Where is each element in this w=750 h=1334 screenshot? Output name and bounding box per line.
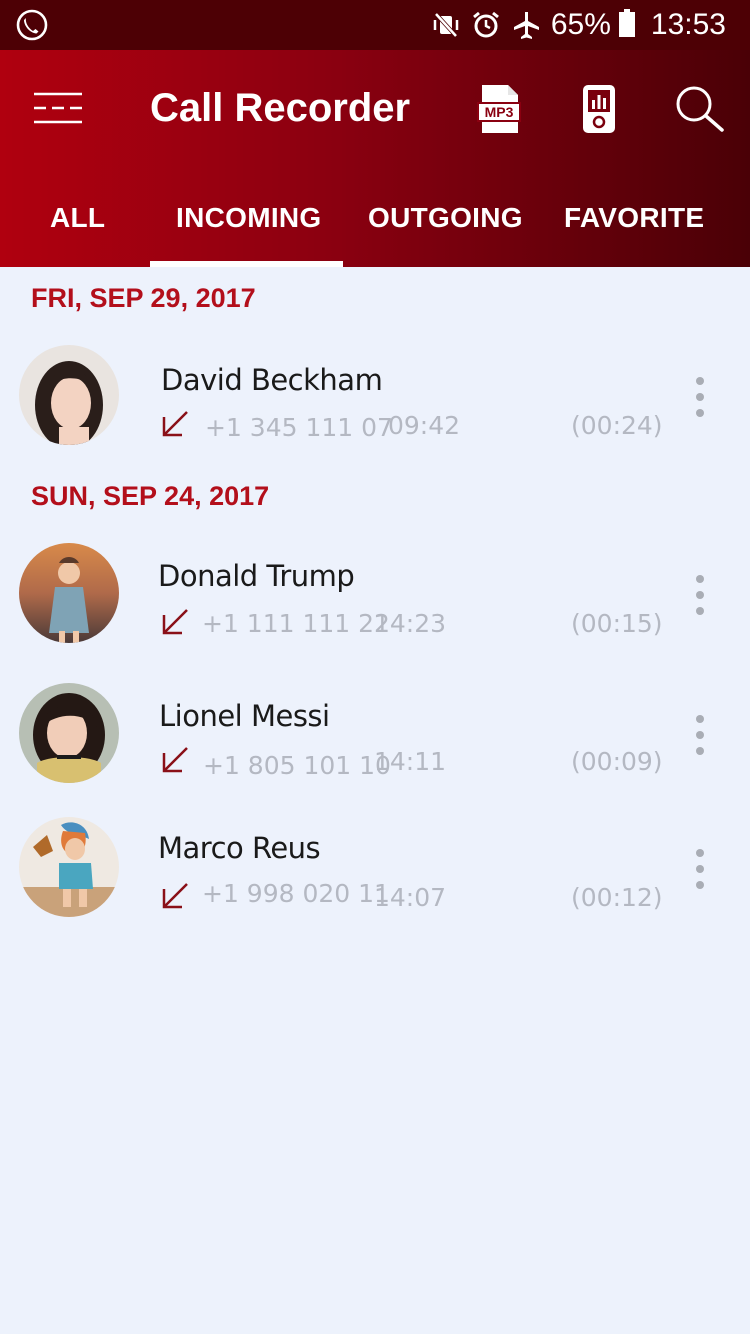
tab-favorite[interactable]: FAVORITE bbox=[564, 202, 704, 234]
tab-outgoing[interactable]: OUTGOING bbox=[368, 202, 523, 234]
app-title: Call Recorder bbox=[150, 86, 411, 130]
active-tab-indicator bbox=[150, 261, 343, 267]
call-duration: (00:24) bbox=[571, 411, 663, 440]
contact-name: Donald Trump bbox=[158, 559, 355, 593]
contact-name: Marco Reus bbox=[158, 831, 321, 865]
more-options-button[interactable] bbox=[688, 715, 712, 755]
call-time: 14:23 bbox=[374, 609, 447, 638]
call-duration: (00:15) bbox=[571, 609, 663, 638]
app-bar: Call Recorder MP3 ALL INCOMING OUTGOING … bbox=[0, 50, 750, 267]
more-options-button[interactable] bbox=[688, 849, 712, 889]
incoming-arrow-icon bbox=[162, 411, 188, 437]
phone-number: +1 345 111 07 bbox=[205, 413, 393, 442]
avatar bbox=[19, 817, 119, 917]
battery-icon bbox=[618, 8, 635, 42]
contact-name: David Beckham bbox=[161, 363, 383, 397]
more-vert-icon bbox=[696, 575, 704, 583]
call-time: 09:42 bbox=[388, 411, 461, 440]
call-duration: (00:09) bbox=[571, 747, 663, 776]
phone-number: +1 998 020 11 bbox=[202, 879, 390, 908]
battery-percent: 65% bbox=[550, 8, 611, 41]
phone-number: +1 111 111 22 bbox=[202, 609, 390, 638]
airplane-mode-icon bbox=[511, 10, 541, 40]
tab-incoming[interactable]: INCOMING bbox=[176, 202, 322, 234]
incoming-arrow-icon bbox=[162, 609, 188, 635]
vibrate-mute-icon bbox=[431, 10, 461, 40]
more-vert-icon bbox=[696, 715, 704, 723]
hamburger-menu-icon bbox=[34, 92, 82, 124]
status-bar: 65% 13:53 bbox=[0, 0, 750, 50]
call-row[interactable]: Marco Reus +1 998 020 11 14:07 (00:12) bbox=[0, 807, 750, 927]
date-header: SUN, SEP 24, 2017 bbox=[31, 481, 270, 511]
phone-call-icon bbox=[16, 9, 48, 46]
call-row[interactable]: David Beckham +1 345 111 07 09:42 (00:24… bbox=[0, 335, 750, 455]
mp3-label: MP3 bbox=[485, 104, 514, 120]
music-player-icon bbox=[583, 85, 615, 133]
phone-number: +1 805 101 10 bbox=[203, 751, 391, 780]
call-row[interactable]: Donald Trump +1 111 111 22 14:23 (00:15) bbox=[0, 533, 750, 653]
search-icon bbox=[676, 86, 724, 132]
mp3-file-icon: MP3 bbox=[477, 85, 521, 133]
more-options-button[interactable] bbox=[688, 575, 712, 615]
alarm-icon bbox=[471, 10, 501, 40]
incoming-arrow-icon bbox=[162, 883, 188, 909]
contact-name: Lionel Messi bbox=[159, 699, 330, 733]
player-button[interactable] bbox=[572, 82, 626, 136]
more-vert-icon bbox=[696, 849, 704, 857]
search-button[interactable] bbox=[672, 82, 726, 136]
call-row[interactable]: Lionel Messi +1 805 101 10 14:11 (00:09) bbox=[0, 673, 750, 793]
tab-all[interactable]: ALL bbox=[50, 202, 105, 234]
avatar bbox=[19, 543, 119, 643]
date-header: FRI, SEP 29, 2017 bbox=[31, 283, 256, 313]
call-duration: (00:12) bbox=[571, 883, 663, 912]
more-vert-icon bbox=[696, 377, 704, 385]
call-time: 14:11 bbox=[374, 747, 447, 776]
avatar bbox=[19, 345, 119, 445]
clock: 13:53 bbox=[650, 8, 726, 41]
mp3-button[interactable]: MP3 bbox=[472, 82, 526, 136]
avatar bbox=[19, 683, 119, 783]
tab-bar: ALL INCOMING OUTGOING FAVORITE bbox=[0, 180, 750, 267]
incoming-arrow-icon bbox=[162, 747, 188, 773]
menu-button[interactable] bbox=[30, 88, 86, 128]
call-time: 14:07 bbox=[374, 883, 447, 912]
more-options-button[interactable] bbox=[688, 377, 712, 417]
